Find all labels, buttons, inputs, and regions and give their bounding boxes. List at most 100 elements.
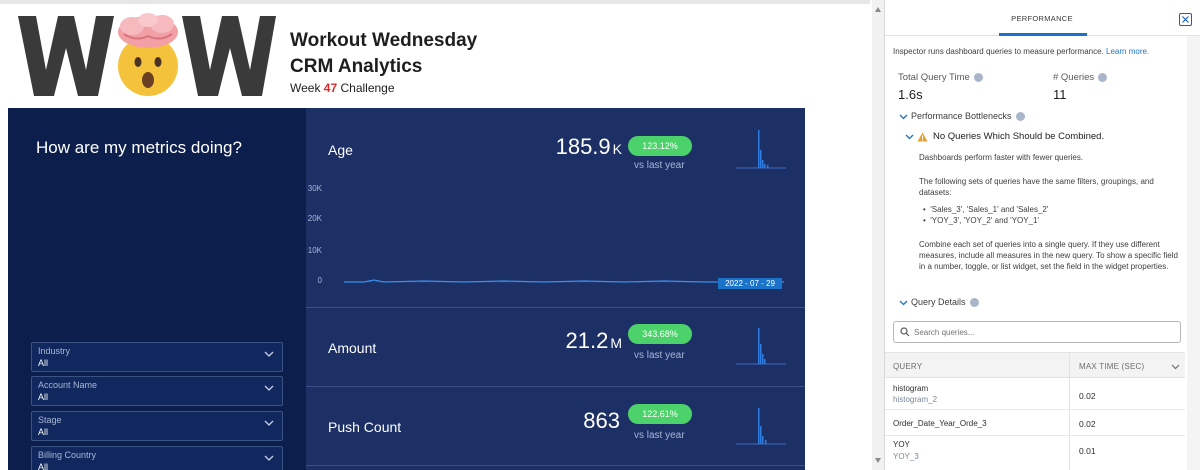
chevron-down-icon: [264, 385, 274, 391]
metric-label-amount: Amount: [328, 340, 377, 356]
warning-combined-toggle[interactable]: No Queries Which Should be Combined.: [905, 131, 1104, 142]
metric-badge-amount: 343.68%: [628, 324, 692, 344]
section-title: Query Details: [911, 297, 966, 307]
search-queries-input[interactable]: [914, 325, 1164, 339]
filter-label: Industry: [38, 346, 71, 356]
metric-number: 21.2: [565, 328, 609, 353]
warning-title: No Queries Which Should be Combined.: [933, 131, 1105, 142]
tab-performance[interactable]: PERFORMANCE: [997, 14, 1087, 23]
filter-label: Stage: [38, 415, 62, 425]
inspector-panel: PERFORMANCE Inspector runs dashboard que…: [884, 0, 1200, 470]
num-queries-value: 11: [1053, 87, 1067, 102]
metric-divider: [306, 465, 805, 466]
total-query-time-value: 1.6s: [898, 87, 923, 102]
info-icon[interactable]: [969, 298, 979, 308]
inspector-intro: Inspector runs dashboard queries to meas…: [893, 46, 1149, 57]
chevron-down-icon: [905, 134, 914, 140]
search-queries-field[interactable]: [893, 321, 1181, 343]
query-time: 0.01: [1079, 446, 1096, 456]
dashboard-scrollbar[interactable]: [872, 0, 884, 470]
metric-number: 863: [583, 408, 620, 433]
query-name: YOY: [893, 440, 910, 449]
stat-label-text: # Queries: [1053, 72, 1095, 83]
y-tick-20k: 20K: [307, 214, 322, 223]
info-icon[interactable]: [973, 72, 983, 82]
week-subtitle: Week 47 Challenge: [290, 81, 395, 95]
metric-subtext-amount: vs last year: [634, 350, 685, 361]
table-row[interactable]: YOY YOY_3 0.01: [885, 436, 1185, 470]
inspector-tabbar: PERFORMANCE: [885, 0, 1200, 36]
filter-billing-country[interactable]: Billing Country All: [31, 446, 283, 470]
active-tab-indicator: [999, 33, 1087, 36]
chevron-down-icon: [264, 351, 274, 357]
filter-label: Account Name: [38, 380, 98, 390]
app-root: Workout Wednesday CRM Analytics Week 47 …: [0, 0, 1200, 470]
sparkline-age: [736, 130, 786, 169]
dashboard-title-line1: Workout Wednesday: [290, 30, 478, 51]
query-details-toggle[interactable]: Query Details: [899, 297, 979, 308]
column-header-max-time[interactable]: MAX TIME (SEC): [1079, 362, 1144, 371]
chart-date-label: 2022 - 07 - 29: [718, 278, 782, 289]
info-icon[interactable]: [1098, 72, 1108, 82]
metric-divider: [306, 386, 805, 387]
filter-label: Billing Country: [38, 450, 97, 460]
query-time: 0.02: [1079, 391, 1096, 401]
sort-chevron-icon[interactable]: [1171, 362, 1180, 371]
column-header-query[interactable]: QUERY: [893, 362, 922, 371]
metric-label-age: Age: [328, 142, 353, 158]
total-query-time-label: Total Query Time: [898, 72, 983, 83]
search-icon: [900, 327, 910, 337]
stat-label-text: Total Query Time: [898, 72, 970, 83]
table-row[interactable]: histogram histogram_2 0.02: [885, 378, 1185, 410]
metric-divider: [306, 307, 805, 308]
chevron-down-icon: [264, 455, 274, 461]
close-icon[interactable]: [1179, 13, 1192, 26]
scroll-up-arrow-icon[interactable]: [874, 6, 882, 14]
chevron-down-icon: [899, 114, 908, 120]
filter-panel: How are my metrics doing? Industry All A…: [8, 108, 306, 470]
query-sub: histogram_2: [893, 395, 938, 404]
y-tick-10k: 10K: [307, 246, 322, 255]
filter-value: All: [38, 358, 49, 368]
section-title: Performance Bottlenecks: [911, 111, 1012, 121]
bullet-text: 'Sales_3', 'Sales_1' and 'Sales_2': [930, 205, 1049, 214]
inspector-scrollbar[interactable]: [1187, 36, 1200, 470]
filter-stage[interactable]: Stage All: [31, 411, 283, 441]
metric-subtext-age: vs last year: [634, 160, 685, 171]
para-fewer-queries: Dashboards perform faster with fewer que…: [919, 153, 1084, 162]
filter-value: All: [38, 392, 49, 402]
panel-question: How are my metrics doing?: [36, 138, 242, 157]
learn-more-link[interactable]: Learn more.: [1106, 47, 1149, 56]
bullet-sales: • 'Sales_3', 'Sales_1' and 'Sales_2': [923, 205, 1049, 214]
para-combine-2: measures, include all measures in the ne…: [919, 251, 1178, 260]
metric-label-push-count: Push Count: [328, 419, 402, 435]
scroll-down-arrow-icon[interactable]: [874, 456, 882, 464]
query-table-header: QUERY MAX TIME (SEC): [885, 352, 1185, 378]
bullet-yoy: • 'YOY_3', 'YOY_2' and 'YOY_1': [923, 216, 1040, 225]
bullet-text: 'YOY_3', 'YOY_2' and 'YOY_1': [930, 216, 1040, 225]
query-time: 0.02: [1079, 419, 1096, 429]
filter-industry[interactable]: Industry All: [31, 342, 283, 372]
sparkline-push-count: [736, 408, 786, 445]
metric-subtext-push-count: vs last year: [634, 430, 685, 441]
sparkline-amount: [736, 328, 786, 365]
metric-value-age: 185.9 K: [512, 134, 622, 160]
chevron-down-icon: [264, 420, 274, 426]
y-tick-30k: 30K: [307, 184, 322, 193]
metric-badge-age: 123.12%: [628, 136, 692, 156]
week-suffix: Challenge: [337, 81, 395, 95]
info-icon[interactable]: [1015, 112, 1025, 122]
metric-unit: M: [610, 335, 622, 351]
para-combine-1: Combine each set of queries into a singl…: [919, 240, 1160, 249]
y-tick-0: 0: [317, 276, 322, 285]
num-queries-label: # Queries: [1053, 72, 1108, 83]
table-row[interactable]: Order_Date_Year_Orde_3 0.02: [885, 410, 1185, 436]
metric-number: 185.9: [555, 134, 611, 159]
wow-logo: [18, 13, 276, 96]
para-same-filters-1: The following sets of queries have the s…: [919, 177, 1154, 186]
dashboard-canvas: Workout Wednesday CRM Analytics Week 47 …: [0, 0, 870, 470]
filter-account-name[interactable]: Account Name All: [31, 376, 283, 406]
week-prefix: Week: [290, 81, 324, 95]
performance-bottlenecks-toggle[interactable]: Performance Bottlenecks: [899, 111, 1025, 122]
intro-text: Inspector runs dashboard queries to meas…: [893, 47, 1104, 56]
